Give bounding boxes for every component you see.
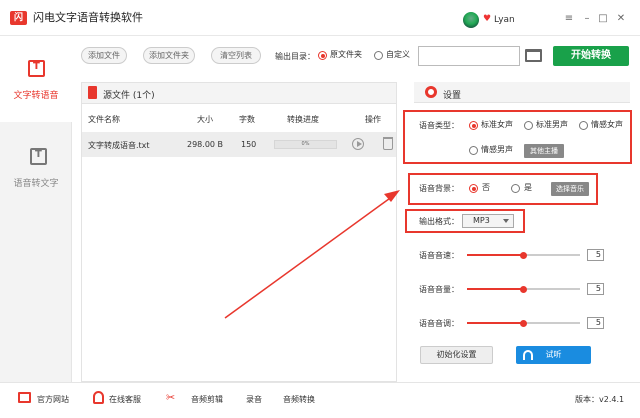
speed-label: 语音音速： — [419, 251, 459, 260]
voice-standard-male-radio[interactable] — [524, 121, 533, 130]
voice-emotional-male-radio[interactable] — [469, 146, 478, 155]
volume-slider-track[interactable] — [524, 288, 580, 290]
official-website-link[interactable]: 官方网站 — [37, 394, 69, 405]
voice-type-label: 语音类型： — [419, 121, 459, 130]
progress-bar: 0% — [274, 140, 337, 149]
app-title: 闪电文字语音转换软件 — [33, 11, 143, 24]
start-convert-button[interactable]: 开始转换 — [553, 46, 629, 66]
clear-list-button[interactable]: 清空列表 — [211, 47, 261, 64]
column-header-actions: 操作 — [365, 115, 381, 124]
close-icon[interactable]: ✕ — [614, 12, 628, 26]
speed-slider-handle[interactable] — [520, 252, 527, 259]
speech-to-text-icon[interactable] — [30, 148, 47, 165]
speed-slider-track[interactable] — [524, 254, 580, 256]
play-icon[interactable] — [352, 138, 364, 150]
minimize-icon[interactable]: – — [580, 12, 594, 26]
headphones-icon — [523, 350, 533, 360]
output-custom-label: 自定义 — [386, 50, 410, 59]
format-label: 输出格式： — [419, 217, 459, 226]
volume-label: 语音音量： — [419, 285, 459, 294]
sidebar-item-label: 文字转语音 — [13, 91, 59, 101]
volume-slider-fill — [467, 288, 524, 290]
output-custom-radio[interactable] — [374, 51, 383, 60]
background-yes-radio[interactable] — [511, 184, 520, 193]
maximize-icon[interactable]: □ — [596, 12, 610, 26]
column-header-name: 文件名称 — [88, 115, 120, 124]
reset-settings-button[interactable]: 初始化设置 — [420, 346, 493, 364]
column-header-size: 大小 — [197, 115, 213, 124]
background-no-radio[interactable] — [469, 184, 478, 193]
document-icon — [88, 86, 97, 99]
monitor-icon — [18, 392, 31, 403]
add-file-button[interactable]: 添加文件 — [81, 47, 127, 64]
avatar[interactable] — [463, 12, 479, 28]
menu-icon[interactable]: ≡ — [562, 12, 576, 26]
column-header-progress: 转换进度 — [287, 115, 319, 124]
voice-option-label: 标准女声 — [481, 120, 513, 129]
audio-convert-link[interactable]: 音频转换 — [283, 394, 315, 405]
version-label: 版本：v2.4.1 — [575, 395, 625, 404]
file-panel-title: 源文件 (1个) — [103, 91, 155, 101]
audio-edit-link[interactable]: 音频剪辑 — [191, 394, 223, 405]
username[interactable]: Lyan — [494, 14, 515, 26]
vip-heart-icon: ♥ — [483, 14, 492, 24]
file-name: 文字转成语音.txt — [88, 141, 150, 150]
pitch-slider-handle[interactable] — [520, 320, 527, 327]
sidebar-item-speech-to-text[interactable]: 语音转文字 — [0, 176, 72, 189]
other-voices-button[interactable]: 其他主播 — [524, 144, 564, 158]
volume-slider-handle[interactable] — [520, 286, 527, 293]
format-select[interactable]: MP3 — [462, 214, 514, 228]
speed-value[interactable]: 5 — [587, 249, 604, 261]
speed-slider-fill — [467, 254, 524, 256]
voice-type-highlight — [403, 110, 632, 164]
output-dir-label: 输出目录： — [275, 52, 315, 61]
pitch-slider-track[interactable] — [524, 322, 580, 324]
voice-option-label: 情感男声 — [481, 145, 513, 154]
sidebar-item-text-to-speech[interactable] — [0, 36, 72, 122]
file-words: 150 — [241, 140, 257, 149]
add-folder-button[interactable]: 添加文件夹 — [143, 47, 195, 64]
folder-icon[interactable] — [525, 49, 542, 62]
voice-standard-female-radio[interactable] — [469, 121, 478, 130]
settings-title: 设置 — [443, 91, 462, 101]
text-to-speech-icon — [28, 60, 45, 77]
choose-music-button[interactable]: 选择音乐 — [551, 182, 589, 196]
background-no-label: 否 — [482, 183, 490, 192]
pitch-label: 语音音调： — [419, 319, 459, 328]
trash-icon[interactable] — [383, 137, 393, 150]
voice-option-label: 情感女声 — [591, 120, 623, 129]
support-icon — [93, 391, 104, 404]
app-logo-icon: 闪 — [10, 11, 27, 25]
output-path-input[interactable] — [418, 46, 520, 66]
file-panel — [81, 82, 397, 382]
scissors-icon: ✂ — [166, 391, 176, 404]
voice-emotional-female-radio[interactable] — [579, 121, 588, 130]
pitch-slider-fill — [467, 322, 524, 324]
column-header-words: 字数 — [239, 115, 255, 124]
record-link[interactable]: 录音 — [246, 394, 262, 405]
background-label: 语音背景： — [419, 184, 459, 193]
file-size: 298.00 B — [187, 140, 224, 149]
output-original-label: 原文件夹 — [330, 50, 362, 59]
pitch-value[interactable]: 5 — [587, 317, 604, 329]
online-support-link[interactable]: 在线客服 — [109, 394, 141, 405]
background-yes-label: 是 — [524, 183, 532, 192]
gear-icon — [425, 86, 437, 98]
voice-option-label: 标准男声 — [536, 120, 568, 129]
volume-value[interactable]: 5 — [587, 283, 604, 295]
output-original-radio[interactable] — [318, 51, 327, 60]
